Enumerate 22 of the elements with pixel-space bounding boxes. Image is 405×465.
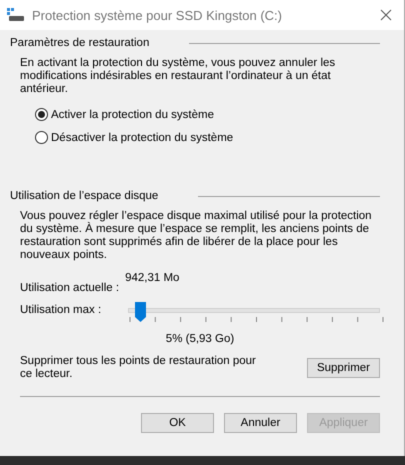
radio-button[interactable] [35,108,48,121]
current-usage-value: 942,31 Mo [125,272,180,284]
section-heading: Utilisation de l’espace disque [10,190,158,202]
max-usage-label: Utilisation max : [20,304,102,316]
dialog-button[interactable]: Annuler [224,413,297,433]
radio-label: Désactiver la protection du système [51,132,234,144]
radio-option[interactable]: Désactiver la protection du système [35,131,234,144]
max-usage-reading: 5% (5,93 Go) [164,333,236,345]
slider-thumb[interactable] [135,302,146,322]
dialog-button[interactable]: OK [141,413,214,433]
description-text: En activant la protection du système, vous pouvez annuler les modifications indésirables en restaurant l’ordinateur à un état antérieur. [20,57,336,96]
close-icon[interactable] [380,9,392,21]
delete-description: Supprimer tous les points de restauration pour ce lecteur. [20,355,257,381]
radio-button[interactable] [35,131,48,144]
description-text: Vous pouvez régler l’espace disque maximal utilisé pour la protection du système. À mesure que l’espace se remplit, les anciens points de restauration sont supprimés afin de libérer de la place pour les nouveaux points. [20,210,373,262]
current-usage-label: Utilisation actuelle : [20,282,120,294]
radio-option[interactable]: Activer la protection du système [35,108,214,121]
drive-icon [7,8,25,22]
radio-label: Activer la protection du système [51,108,214,120]
delete-button[interactable]: Supprimer [307,358,380,378]
window-title: Protection système pour SSD Kingston (C:) [32,8,283,22]
section-heading: Paramètres de restauration [10,37,150,49]
